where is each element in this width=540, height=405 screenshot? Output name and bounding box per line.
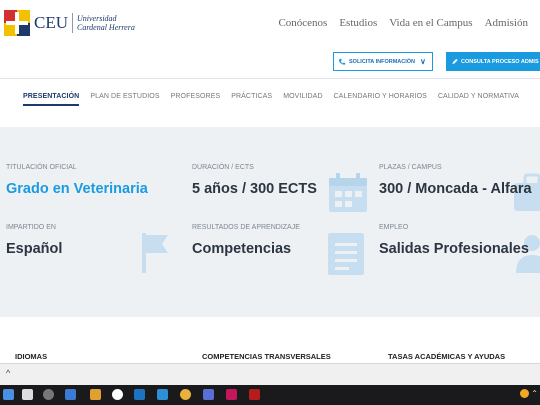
top-navigation: Conócenos Estudios Vida en el Campus Adm… xyxy=(278,17,528,29)
document-list-icon xyxy=(328,233,364,275)
ceu-logo[interactable]: CEU Universidad Cardenal Herrera xyxy=(4,10,135,36)
notification-badge-icon[interactable] xyxy=(520,389,530,399)
nav-estudios[interactable]: Estudios xyxy=(339,17,377,29)
impartido-value: Español xyxy=(6,241,63,257)
tab-profesores[interactable]: PROFESORES xyxy=(171,93,221,106)
empleo-value[interactable]: Salidas Profesionales xyxy=(379,241,529,257)
empleo-label: EMPLEO xyxy=(379,224,409,231)
chevron-down-icon: ∨ xyxy=(420,57,426,66)
ceu-emblem-icon xyxy=(4,10,30,36)
acrobat-icon[interactable] xyxy=(249,389,260,400)
plazas-value: 300 / Moncada - Alfara xyxy=(379,181,532,197)
task-view-icon[interactable] xyxy=(22,389,33,400)
flag-icon xyxy=(142,233,168,273)
titulacion-label: TITULACIÓN OFICIAL xyxy=(6,164,77,171)
heading-idiomas[interactable]: IDIOMAS xyxy=(15,352,47,361)
info-impartido: IMPARTIDO EN Español xyxy=(6,224,62,257)
tab-presentacion[interactable]: PRESENTACIÓN xyxy=(23,93,80,106)
tray-chevron-icon[interactable]: ⌃ xyxy=(531,389,538,398)
tab-calidad[interactable]: CALIDAD Y NORMATIVA xyxy=(438,93,519,106)
heading-competencias[interactable]: COMPETENCIAS TRANSVERSALES xyxy=(202,352,331,361)
site-header: CEU Universidad Cardenal Herrera Conócen… xyxy=(0,0,540,46)
tab-plan-estudios[interactable]: PLAN DE ESTUDIOS xyxy=(90,93,159,106)
tab-movilidad[interactable]: MOVILIDAD xyxy=(283,93,322,106)
start-icon[interactable] xyxy=(3,389,14,400)
plazas-label: PLAZAS / CAMPUS xyxy=(379,164,442,171)
duracion-label: DURACIÓN / ECTS xyxy=(192,164,254,171)
header-divider xyxy=(0,78,540,79)
hp-icon[interactable] xyxy=(112,389,123,400)
titulacion-value[interactable]: Grado en Veterinaria xyxy=(6,181,148,197)
brand-subtitle: Universidad Cardenal Herrera xyxy=(77,14,135,32)
browser-status-strip: ^ xyxy=(0,363,540,385)
brand-name: CEU xyxy=(34,13,68,32)
nav-vida-campus[interactable]: Vida en el Campus xyxy=(389,17,472,29)
app-icon[interactable] xyxy=(203,389,214,400)
impartido-label: IMPARTIDO EN xyxy=(6,224,56,231)
logo-divider xyxy=(72,13,73,33)
edge-icon[interactable] xyxy=(65,389,76,400)
resultados-label: RESULTADOS DE APRENDIZAJE xyxy=(192,224,300,231)
resultados-value[interactable]: Competencias xyxy=(192,241,300,257)
info-duracion: DURACIÓN / ECTS 5 años / 300 ECTS xyxy=(192,164,317,197)
program-info-panel: TITULACIÓN OFICIAL Grado en Veterinaria … xyxy=(0,127,540,317)
brand-sub-line1: Universidad xyxy=(77,14,117,23)
pencil-icon xyxy=(452,58,458,64)
os-taskbar: ⌃ xyxy=(0,385,540,405)
consult-admission-button[interactable]: CONSULTA PROCESO ADMIS xyxy=(446,52,540,71)
tab-practicas[interactable]: PRÁCTICAS xyxy=(231,93,272,106)
info-titulacion: TITULACIÓN OFICIAL Grado en Veterinaria xyxy=(6,164,148,197)
phone-icon xyxy=(339,58,346,65)
indesign-icon[interactable] xyxy=(226,389,237,400)
tab-calendario[interactable]: CALENDARIO Y HORARIOS xyxy=(334,93,427,106)
calendar-icon xyxy=(329,173,367,212)
info-resultados: RESULTADOS DE APRENDIZAJE Competencias xyxy=(192,224,300,257)
duracion-value: 5 años / 300 ECTS xyxy=(192,181,317,197)
file-explorer-icon[interactable] xyxy=(90,389,101,400)
consult-admission-label: CONSULTA PROCESO ADMIS xyxy=(461,58,539,65)
search-icon[interactable] xyxy=(43,389,54,400)
system-tray: ⌃ xyxy=(520,389,538,399)
request-info-label: SOLICITA INFORMACIÓN xyxy=(349,58,415,65)
brand-sub-line2: Cardenal Herrera xyxy=(77,23,135,32)
info-empleo: EMPLEO Salidas Profesionales xyxy=(379,224,529,257)
ie-icon[interactable] xyxy=(134,389,145,400)
nav-conocenos[interactable]: Conócenos xyxy=(278,17,327,29)
request-info-button[interactable]: SOLICITA INFORMACIÓN ∨ xyxy=(333,52,433,71)
heading-tasas[interactable]: TASAS ACADÉMICAS Y AYUDAS xyxy=(388,352,505,361)
store-icon[interactable] xyxy=(157,389,168,400)
chrome-icon[interactable] xyxy=(180,389,191,400)
info-plazas: PLAZAS / CAMPUS 300 / Moncada - Alfara xyxy=(379,164,532,197)
expand-up-icon[interactable]: ^ xyxy=(6,368,10,378)
cta-row: SOLICITA INFORMACIÓN ∨ CONSULTA PROCESO … xyxy=(0,52,540,72)
program-subnav: PRESENTACIÓN PLAN DE ESTUDIOS PROFESORES… xyxy=(23,93,519,106)
nav-admision[interactable]: Admisión xyxy=(485,17,528,29)
